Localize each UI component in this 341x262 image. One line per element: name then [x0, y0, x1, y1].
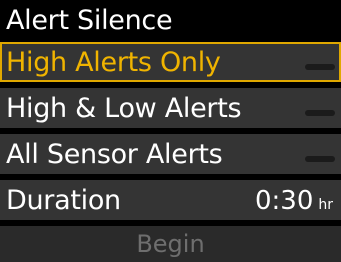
alert-silence-screen: Alert Silence High Alerts Only High & Lo…: [0, 0, 341, 262]
duration-number: 0:30: [254, 186, 314, 216]
begin-button[interactable]: Begin: [0, 226, 341, 262]
option-label: All Sensor Alerts: [6, 138, 223, 170]
begin-label: Begin: [136, 230, 205, 258]
toggle-off-icon: [305, 64, 335, 70]
option-label: High & Low Alerts: [6, 92, 242, 124]
page-title: Alert Silence: [6, 4, 173, 36]
duration-unit: hr: [318, 197, 333, 213]
toggle-off-icon: [305, 110, 335, 116]
duration-row[interactable]: Duration 0:30 hr: [0, 180, 341, 220]
title-bar: Alert Silence: [0, 0, 341, 40]
duration-label: Duration: [6, 184, 121, 216]
toggle-off-icon: [305, 156, 335, 162]
duration-value: 0:30 hr: [255, 188, 333, 214]
option-high-and-low-alerts[interactable]: High & Low Alerts: [0, 88, 341, 128]
option-all-sensor-alerts[interactable]: All Sensor Alerts: [0, 134, 341, 174]
option-label: High Alerts Only: [6, 46, 221, 78]
option-high-alerts-only[interactable]: High Alerts Only: [0, 42, 341, 82]
